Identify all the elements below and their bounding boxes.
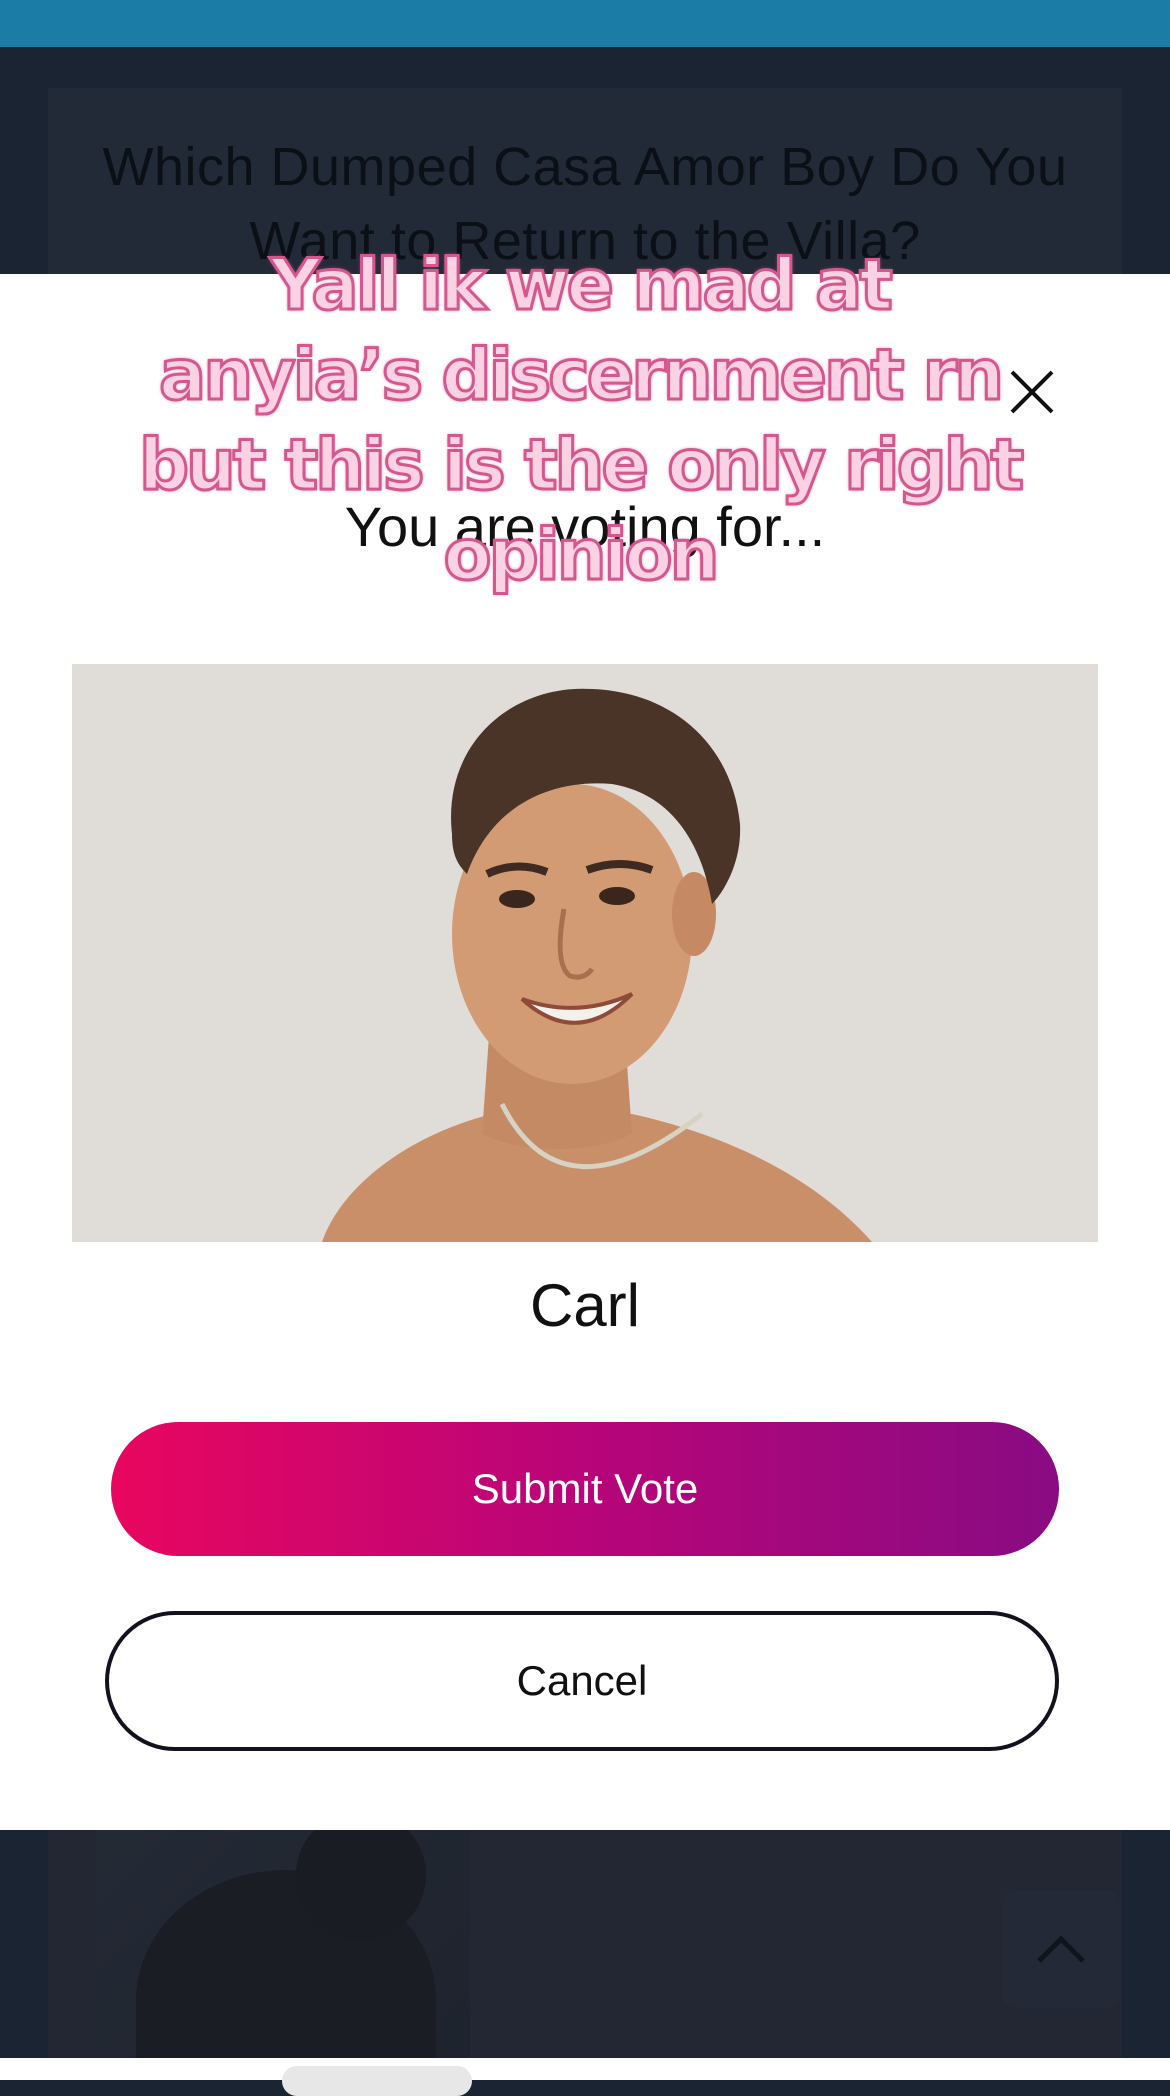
- home-indicator: [282, 2066, 472, 2096]
- background-candidate-photo: [96, 1830, 470, 2060]
- browser-top-bar: [0, 0, 1170, 47]
- chevron-up-icon: [1037, 1935, 1085, 1963]
- submit-vote-button[interactable]: Submit Vote: [111, 1422, 1059, 1556]
- cancel-button[interactable]: Cancel: [105, 1611, 1059, 1751]
- bottom-safe-area: [0, 2058, 1170, 2080]
- candidate-portrait: [72, 664, 1098, 1242]
- candidate-name: Carl: [529, 1272, 640, 1339]
- candidate-photo: [72, 664, 1098, 1242]
- overlay-caption-text: Yall ik we mad at anyia’s discernment rn…: [137, 243, 1025, 598]
- scroll-to-top-button[interactable]: [1002, 1890, 1120, 2008]
